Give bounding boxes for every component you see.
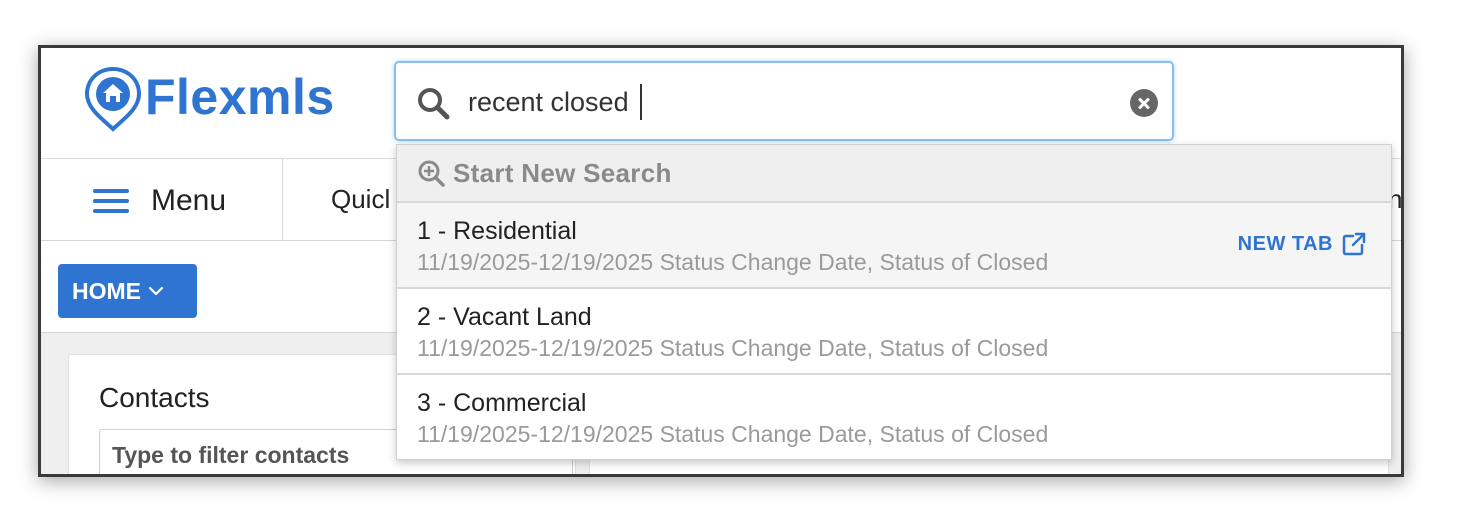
menu-label: Menu xyxy=(151,184,227,217)
start-new-search-label: Start New Search xyxy=(453,157,672,188)
suggestion-title: 3 - Commercial xyxy=(417,389,587,417)
home-pin-icon xyxy=(84,66,142,132)
zoom-in-icon xyxy=(418,160,445,187)
search-icon xyxy=(418,88,450,120)
suggestion-item[interactable]: 1 - Residential 11/19/2025-12/19/2025 St… xyxy=(397,203,1391,289)
header: Flexmls xyxy=(41,48,1401,159)
chevron-down-icon xyxy=(148,286,164,296)
logo-text: Flexmls xyxy=(145,69,335,125)
logo[interactable]: Flexmls xyxy=(83,66,335,132)
search-box[interactable] xyxy=(394,61,1174,141)
suggestion-title: 2 - Vacant Land xyxy=(417,303,592,331)
suggestion-subtitle: 11/19/2025-12/19/2025 Status Change Date… xyxy=(417,421,1049,447)
home-dropdown-button[interactable]: HOME xyxy=(58,264,197,318)
suggestion-item[interactable]: 3 - Commercial 11/19/2025-12/19/2025 Sta… xyxy=(397,375,1391,461)
start-new-search-option[interactable]: Start New Search xyxy=(397,145,1391,203)
suggestion-subtitle: 11/19/2025-12/19/2025 Status Change Date… xyxy=(417,335,1049,361)
contacts-title: Contacts xyxy=(99,382,210,413)
nav-item-quick[interactable]: Quicl xyxy=(331,184,390,215)
app-window: Flexmls Menu Quicl n HOME xyxy=(38,45,1404,477)
home-label: HOME xyxy=(72,277,141,304)
suggestion-item[interactable]: 2 - Vacant Land 11/19/2025-12/19/2025 St… xyxy=(397,289,1391,375)
clear-circle-icon[interactable] xyxy=(1130,89,1158,117)
search-input[interactable] xyxy=(468,81,1108,123)
hamburger-icon xyxy=(93,189,129,213)
suggestion-title: 1 - Residential xyxy=(417,217,577,245)
text-caret xyxy=(640,84,642,120)
suggestion-subtitle: 11/19/2025-12/19/2025 Status Change Date… xyxy=(417,249,1049,275)
new-tab-link[interactable]: NEW TAB xyxy=(1238,231,1367,257)
menu-button[interactable]: Menu xyxy=(41,159,283,240)
new-tab-label: NEW TAB xyxy=(1237,232,1333,255)
external-link-icon xyxy=(1342,232,1366,256)
search-suggestions-dropdown: Start New Search 1 - Residential 11/19/2… xyxy=(396,144,1392,460)
